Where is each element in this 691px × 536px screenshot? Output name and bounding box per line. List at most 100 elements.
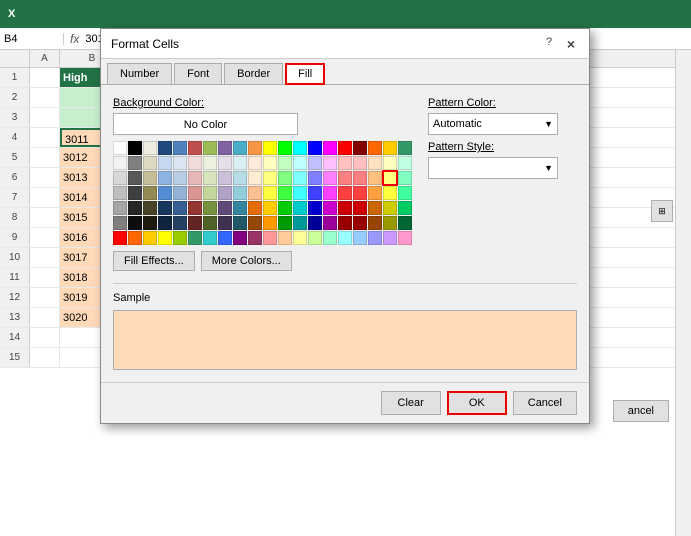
color-swatch[interactable] (293, 171, 307, 185)
color-swatch[interactable] (128, 141, 142, 155)
color-swatch[interactable] (308, 231, 322, 245)
color-swatch[interactable] (188, 216, 202, 230)
color-swatch[interactable] (128, 201, 142, 215)
color-swatch[interactable] (248, 156, 262, 170)
color-swatch[interactable] (353, 216, 367, 230)
color-swatch[interactable] (383, 201, 397, 215)
color-swatch[interactable] (113, 201, 127, 215)
color-swatch[interactable] (248, 186, 262, 200)
color-swatch[interactable] (203, 156, 217, 170)
color-swatch[interactable] (338, 156, 352, 170)
color-swatch[interactable] (218, 156, 232, 170)
color-swatch[interactable] (308, 156, 322, 170)
color-swatch[interactable] (113, 186, 127, 200)
color-swatch[interactable] (173, 156, 187, 170)
pattern-style-dropdown[interactable]: ▼ (428, 157, 558, 179)
color-swatch[interactable] (173, 171, 187, 185)
color-swatch[interactable] (263, 141, 277, 155)
color-swatch[interactable] (338, 231, 352, 245)
color-swatch[interactable] (383, 156, 397, 170)
color-swatch[interactable] (338, 201, 352, 215)
color-swatch[interactable] (293, 231, 307, 245)
color-swatch[interactable] (248, 216, 262, 230)
color-swatch[interactable] (248, 171, 262, 185)
color-swatch[interactable] (293, 141, 307, 155)
color-swatch[interactable] (353, 201, 367, 215)
color-swatch[interactable] (368, 156, 382, 170)
color-swatch[interactable] (158, 231, 172, 245)
color-swatch[interactable] (323, 201, 337, 215)
clear-button[interactable]: Clear (381, 391, 441, 415)
color-swatch[interactable] (293, 156, 307, 170)
color-swatch[interactable] (323, 186, 337, 200)
color-swatch[interactable] (158, 156, 172, 170)
color-swatch[interactable] (233, 171, 247, 185)
color-swatch[interactable] (158, 171, 172, 185)
color-swatch[interactable] (338, 171, 352, 185)
color-swatch[interactable] (278, 201, 292, 215)
color-swatch[interactable] (173, 186, 187, 200)
color-swatch[interactable] (293, 201, 307, 215)
color-swatch[interactable] (158, 201, 172, 215)
no-color-button[interactable]: No Color (113, 113, 298, 135)
color-swatch[interactable] (218, 186, 232, 200)
color-swatch[interactable] (398, 171, 412, 185)
color-swatch[interactable] (308, 201, 322, 215)
tab-number[interactable]: Number (107, 63, 172, 84)
color-swatch[interactable] (398, 156, 412, 170)
color-swatch[interactable] (398, 216, 412, 230)
color-swatch[interactable] (173, 141, 187, 155)
scrollbar[interactable] (675, 50, 691, 536)
right-icon-btn[interactable]: ⊞ (651, 200, 673, 222)
color-swatch[interactable] (143, 216, 157, 230)
color-swatch[interactable] (368, 216, 382, 230)
tab-border[interactable]: Border (224, 63, 283, 84)
color-swatch[interactable] (383, 171, 397, 185)
color-swatch[interactable] (113, 216, 127, 230)
more-colors-button[interactable]: More Colors... (201, 251, 292, 271)
color-swatch[interactable] (263, 156, 277, 170)
color-swatch[interactable] (353, 231, 367, 245)
color-swatch[interactable] (353, 186, 367, 200)
color-swatch[interactable] (128, 216, 142, 230)
color-swatch[interactable] (308, 141, 322, 155)
color-swatch[interactable] (233, 216, 247, 230)
color-swatch[interactable] (188, 201, 202, 215)
color-swatch[interactable] (203, 171, 217, 185)
color-swatch[interactable] (188, 186, 202, 200)
color-swatch[interactable] (383, 231, 397, 245)
color-swatch[interactable] (308, 186, 322, 200)
color-swatch[interactable] (398, 186, 412, 200)
color-swatch[interactable] (263, 201, 277, 215)
color-swatch[interactable] (323, 216, 337, 230)
color-swatch[interactable] (248, 201, 262, 215)
color-swatch[interactable] (218, 171, 232, 185)
color-swatch[interactable] (323, 156, 337, 170)
dialog-help-button[interactable]: ? (541, 36, 557, 52)
color-swatch[interactable] (158, 141, 172, 155)
color-swatch[interactable] (368, 141, 382, 155)
color-swatch[interactable] (143, 156, 157, 170)
color-swatch[interactable] (398, 231, 412, 245)
tab-font[interactable]: Font (174, 63, 222, 84)
color-swatch[interactable] (278, 186, 292, 200)
color-swatch[interactable] (113, 231, 127, 245)
color-swatch[interactable] (263, 171, 277, 185)
color-swatch[interactable] (218, 141, 232, 155)
color-swatch[interactable] (218, 216, 232, 230)
color-swatch[interactable] (383, 216, 397, 230)
color-swatch[interactable] (278, 231, 292, 245)
dialog-close-button[interactable]: × (563, 36, 579, 52)
color-swatch[interactable] (293, 216, 307, 230)
color-swatch[interactable] (128, 231, 142, 245)
color-swatch[interactable] (263, 231, 277, 245)
color-swatch[interactable] (383, 141, 397, 155)
color-swatch[interactable] (173, 231, 187, 245)
color-swatch[interactable] (203, 201, 217, 215)
color-swatch[interactable] (368, 231, 382, 245)
color-swatch[interactable] (338, 186, 352, 200)
ok-button[interactable]: OK (447, 391, 507, 415)
color-swatch[interactable] (203, 216, 217, 230)
color-swatch[interactable] (233, 186, 247, 200)
color-swatch[interactable] (143, 171, 157, 185)
